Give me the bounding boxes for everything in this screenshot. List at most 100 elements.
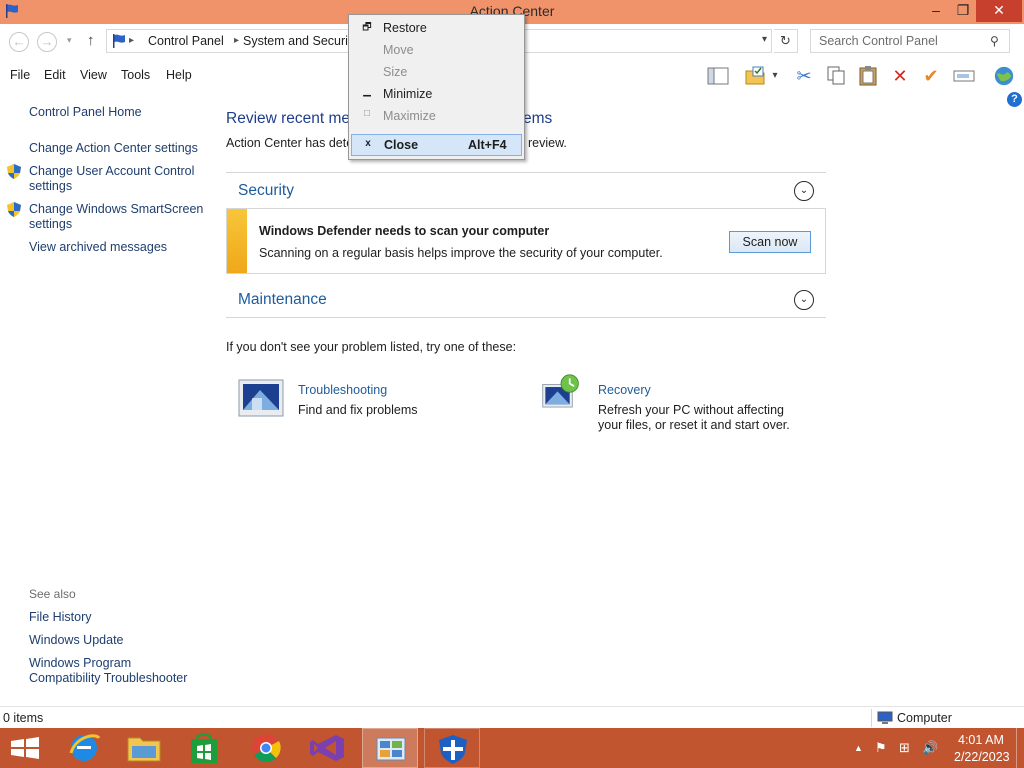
refresh-button[interactable]: ↻	[774, 29, 798, 53]
maximize-button[interactable]: ❐	[950, 0, 976, 22]
breadcrumb-separator[interactable]: ▸	[129, 35, 134, 46]
menu-tools[interactable]: Tools	[121, 68, 150, 82]
left-navigation-pane: Control Panel Home Change Action Center …	[0, 96, 210, 708]
up-button[interactable]: ↑	[87, 32, 95, 49]
window-system-menu: 🗗 Restore Move Size ▁ Minimize □ Maximiz…	[348, 14, 525, 160]
taskbar: ▲ ⚑ ⊞ 🔊 4:01 AM 2/22/2023	[0, 728, 1024, 768]
maintenance-expand-chevron-icon[interactable]: ⌄	[794, 290, 814, 310]
minimize-button[interactable]: –	[922, 0, 950, 22]
forward-button[interactable]: →	[37, 32, 57, 52]
suggestion-text: If you don't see your problem listed, tr…	[226, 340, 517, 354]
cut-icon[interactable]: ✂	[792, 65, 816, 87]
search-icon[interactable]: ⚲	[990, 34, 999, 48]
paste-icon[interactable]	[856, 65, 880, 87]
minimize-icon: ▁	[363, 86, 371, 97]
address-dropdown-icon[interactable]: ▾	[762, 34, 767, 45]
recovery-description: Refresh your PC without affecting your f…	[598, 403, 790, 432]
layout-icon[interactable]	[706, 65, 730, 87]
breadcrumb-separator[interactable]: ▸	[234, 35, 239, 46]
troubleshooting-link[interactable]: Troubleshooting	[298, 383, 387, 397]
close-button[interactable]: ✕	[976, 0, 1022, 22]
page-title-left: Review recent me	[226, 110, 351, 127]
status-bar: 0 items Computer	[0, 706, 1024, 728]
clock-date[interactable]: 2/22/2023	[954, 750, 1010, 764]
checkmark-icon[interactable]: ✔	[919, 65, 943, 87]
control-panel-taskbar-button[interactable]	[362, 728, 418, 768]
change-action-center-settings-link[interactable]: Change Action Center settings	[29, 141, 204, 156]
scan-now-button[interactable]: Scan now	[729, 231, 811, 253]
recovery-icon[interactable]	[538, 374, 584, 414]
change-smartscreen-settings-link[interactable]: Change Windows SmartScreen settings	[29, 202, 204, 232]
back-button[interactable]: ←	[9, 32, 29, 52]
search-input[interactable]	[810, 29, 1010, 53]
properties-dropdown-icon[interactable]: ▾	[768, 65, 782, 87]
troubleshooting-icon[interactable]	[238, 378, 284, 418]
menu-help[interactable]: Help	[166, 68, 192, 82]
alert-title: Windows Defender needs to scan your comp…	[259, 224, 550, 238]
ctx-close[interactable]: x Close Alt+F4	[351, 134, 522, 156]
security-section-heading[interactable]: Security	[238, 182, 294, 200]
control-panel-flag-icon	[113, 34, 125, 48]
ctx-size: Size	[351, 61, 522, 83]
ctx-maximize-label: Maximize	[383, 109, 436, 123]
ctx-minimize-label: Minimize	[383, 87, 433, 101]
page-description: Action Center has dete review.	[226, 136, 567, 150]
internet-explorer-icon[interactable]	[56, 728, 112, 768]
control-panel-home-link[interactable]: Control Panel Home	[29, 105, 204, 120]
store-icon[interactable]	[176, 728, 232, 768]
location-label: Computer	[897, 711, 952, 725]
security-expand-chevron-icon[interactable]: ⌄	[794, 181, 814, 201]
visual-studio-icon[interactable]	[300, 728, 356, 768]
properties-folder-icon[interactable]	[744, 65, 768, 87]
view-archived-messages-link[interactable]: View archived messages	[29, 240, 204, 255]
ctx-maximize: □ Maximize	[351, 105, 522, 127]
control-panel-icon	[376, 737, 406, 761]
show-desktop-button[interactable]	[1016, 728, 1017, 768]
change-uac-settings-link[interactable]: Change User Account Control settings	[29, 164, 204, 194]
delete-icon[interactable]: ✕	[888, 65, 912, 87]
action-center-tray-icon[interactable]: ⚑	[875, 740, 887, 756]
section-divider	[226, 317, 826, 318]
ctx-close-label: Close	[384, 138, 419, 152]
menu-edit[interactable]: Edit	[44, 68, 66, 82]
ctx-move: Move	[351, 39, 522, 61]
compatibility-troubleshooter-link[interactable]: Windows Program Compatibility Troublesho…	[29, 656, 204, 686]
menu-view[interactable]: View	[80, 68, 107, 82]
show-hidden-icons[interactable]: ▲	[854, 743, 863, 753]
ctx-restore[interactable]: 🗗 Restore	[351, 17, 522, 39]
globe-icon[interactable]	[990, 65, 1018, 87]
computer-icon	[877, 711, 893, 724]
maintenance-section-heading[interactable]: Maintenance	[238, 291, 327, 309]
close-icon: x	[365, 138, 371, 149]
breadcrumb-system-security[interactable]: System and Security	[243, 34, 358, 48]
alert-text: Scanning on a regular basis helps improv…	[259, 246, 663, 260]
network-tray-icon[interactable]: ⊞	[899, 740, 910, 756]
section-divider	[226, 172, 826, 173]
copy-icon[interactable]	[824, 65, 848, 87]
clock-time[interactable]: 4:01 AM	[958, 733, 1004, 747]
ctx-minimize[interactable]: ▁ Minimize	[351, 83, 522, 105]
page-title-right: ems	[523, 110, 553, 127]
ctx-close-shortcut: Alt+F4	[468, 138, 507, 152]
chrome-button[interactable]	[238, 728, 294, 768]
items-count: 0 items	[3, 711, 44, 725]
rename-icon[interactable]	[952, 65, 976, 87]
file-history-link[interactable]: File History	[29, 610, 204, 625]
recent-locations-dropdown[interactable]: ▾	[67, 35, 72, 46]
breadcrumb-control-panel[interactable]: Control Panel	[148, 34, 224, 48]
help-icon[interactable]: ?	[1007, 92, 1022, 107]
windows-defender-alert: Windows Defender needs to scan your comp…	[226, 208, 826, 274]
page-description-right: review.	[528, 136, 567, 150]
restore-icon: 🗗	[362, 22, 372, 33]
troubleshooting-description: Find and fix problems	[298, 403, 418, 417]
start-icon[interactable]	[0, 728, 56, 768]
windows-update-link[interactable]: Windows Update	[29, 633, 204, 648]
recovery-link[interactable]: Recovery	[598, 383, 651, 397]
menu-file[interactable]: File	[10, 68, 30, 82]
volume-tray-icon[interactable]: 🔊	[922, 740, 938, 756]
action-center-taskbar-button[interactable]	[424, 728, 480, 768]
chrome-icon	[252, 734, 281, 763]
uac-shield-icon	[7, 164, 21, 179]
file-explorer-icon[interactable]	[116, 728, 172, 768]
ctx-restore-label: Restore	[383, 21, 427, 35]
